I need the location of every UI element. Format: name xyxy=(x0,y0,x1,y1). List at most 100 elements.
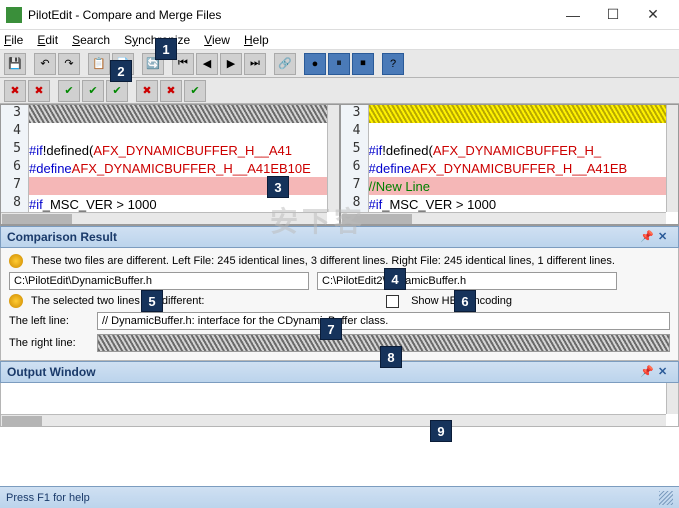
pause-icon[interactable]: ⏸ xyxy=(328,53,350,75)
menu-search[interactable]: Search xyxy=(72,33,110,47)
code-line-diff[interactable] xyxy=(369,105,667,123)
comparison-header: Comparison Result 📌 ✕ xyxy=(0,226,679,248)
left-file-path[interactable] xyxy=(9,272,309,290)
panel-title: Comparison Result xyxy=(7,230,117,244)
output-panel[interactable] xyxy=(0,383,679,427)
diff-next-icon[interactable]: ▶ xyxy=(220,53,242,75)
marker-2: 2 xyxy=(110,60,132,82)
code-line[interactable] xyxy=(29,123,327,141)
output-header: Output Window 📌 ✕ xyxy=(0,361,679,383)
help-icon[interactable]: ? xyxy=(382,53,404,75)
record-icon[interactable]: ● xyxy=(304,53,326,75)
scrollbar-vertical[interactable] xyxy=(327,105,339,212)
line-number: 6 xyxy=(341,159,365,174)
right-gutter: 3 4 5 6 7 8 xyxy=(341,105,369,224)
redo-icon[interactable]: ↷ xyxy=(58,53,80,75)
code-line[interactable]: #if _MSC_VER > 1000 xyxy=(369,195,667,213)
line-number: 7 xyxy=(341,177,365,192)
line-number: 7 xyxy=(1,177,25,192)
code-line[interactable] xyxy=(369,123,667,141)
merge-del-left-icon[interactable]: ✖ xyxy=(4,80,26,102)
menu-view[interactable]: View xyxy=(204,33,230,47)
comparison-summary: These two files are different. Left File… xyxy=(31,255,615,267)
menu-edit[interactable]: Edit xyxy=(37,33,58,47)
merge-del-both-icon[interactable]: ✖ xyxy=(28,80,50,102)
status-indicator-icon xyxy=(9,294,23,308)
line-number: 4 xyxy=(341,123,365,138)
link-icon[interactable]: 🔗 xyxy=(274,53,296,75)
undo-icon[interactable]: ↶ xyxy=(34,53,56,75)
menu-help[interactable]: Help xyxy=(244,33,269,47)
window-title: PilotEdit - Compare and Merge Files xyxy=(28,8,553,22)
marker-9: 9 xyxy=(430,420,452,442)
right-file-path[interactable] xyxy=(317,272,617,290)
save-icon[interactable]: 💾 xyxy=(4,53,26,75)
marker-5: 5 xyxy=(141,290,163,312)
status-indicator-icon xyxy=(9,254,23,268)
stop-icon[interactable]: ⏹ xyxy=(352,53,374,75)
scrollbar-vertical[interactable] xyxy=(666,383,678,414)
left-editor[interactable]: 3 4 5 6 7 8 #if !defined(AFX_DYNAMICBUFF… xyxy=(0,104,340,225)
code-line[interactable]: #if !defined(AFX_DYNAMICBUFFER_H__A41 xyxy=(29,141,327,159)
selected-lines-msg: The selected two lines are different: xyxy=(31,295,204,307)
code-line-diff[interactable]: //New Line xyxy=(369,177,667,195)
scrollbar-vertical[interactable] xyxy=(666,105,678,212)
merge-copy-all-icon[interactable]: ✔ xyxy=(106,80,128,102)
close-button[interactable]: ✕ xyxy=(633,6,673,23)
marker-7: 7 xyxy=(320,318,342,340)
marker-1: 1 xyxy=(155,38,177,60)
copy-icon[interactable]: 📋 xyxy=(88,53,110,75)
panel-close-icon[interactable]: ✕ xyxy=(658,365,672,379)
pin-icon[interactable]: 📌 xyxy=(640,365,654,379)
marker-6: 6 xyxy=(454,290,476,312)
toolbar-merge: ✖ ✖ ✔ ✔ ✔ ✖ ✖ ✔ xyxy=(0,78,679,104)
split-pane: 3 4 5 6 7 8 #if !defined(AFX_DYNAMICBUFF… xyxy=(0,104,679,226)
left-line-value[interactable] xyxy=(97,312,670,330)
line-number: 8 xyxy=(1,195,25,210)
line-number: 8 xyxy=(341,195,365,210)
merge-del3-icon[interactable]: ✖ xyxy=(160,80,182,102)
line-number: 4 xyxy=(1,123,25,138)
diff-last-icon[interactable]: ⏭ xyxy=(244,53,266,75)
code-line[interactable]: #if !defined(AFX_DYNAMICBUFFER_H_ xyxy=(369,141,667,159)
toolbar-main: 💾 ↶ ↷ 📋 📄 🔄 ⏮ ◀ ▶ ⏭ 🔗 ● ⏸ ⏹ ? xyxy=(0,50,679,78)
minimize-button[interactable]: — xyxy=(553,7,593,23)
left-line-label: The left line: xyxy=(9,315,89,327)
app-icon xyxy=(6,7,22,23)
menu-file[interactable]: File xyxy=(4,33,23,47)
merge-del2-icon[interactable]: ✖ xyxy=(136,80,158,102)
panel-title: Output Window xyxy=(7,365,96,379)
scrollbar-horizontal[interactable] xyxy=(341,212,667,224)
status-text: Press F1 for help xyxy=(6,492,90,504)
menubar: File Edit Search Synchronize View Help xyxy=(0,30,679,50)
maximize-button[interactable]: ☐ xyxy=(593,6,633,23)
comparison-panel: These two files are different. Left File… xyxy=(0,248,679,361)
line-number: 6 xyxy=(1,159,25,174)
code-line[interactable]: #define AFX_DYNAMICBUFFER_H__A41EB10E xyxy=(29,159,327,177)
line-number: 5 xyxy=(1,141,25,156)
show-hex-checkbox[interactable] xyxy=(386,295,399,308)
merge-copy-left-icon[interactable]: ✔ xyxy=(58,80,80,102)
scrollbar-horizontal[interactable] xyxy=(1,212,327,224)
merge-ok-icon[interactable]: ✔ xyxy=(184,80,206,102)
marker-3: 3 xyxy=(267,176,289,198)
marker-4: 4 xyxy=(384,268,406,290)
right-line-label: The right line: xyxy=(9,337,89,349)
line-number: 5 xyxy=(341,141,365,156)
scrollbar-horizontal[interactable] xyxy=(1,414,666,426)
panel-close-icon[interactable]: ✕ xyxy=(658,230,672,244)
marker-8: 8 xyxy=(380,346,402,368)
left-gutter: 3 4 5 6 7 8 xyxy=(1,105,29,224)
resize-grip-icon[interactable] xyxy=(659,491,673,505)
titlebar: PilotEdit - Compare and Merge Files — ☐ … xyxy=(0,0,679,30)
code-line[interactable]: #define AFX_DYNAMICBUFFER_H__A41EB xyxy=(369,159,667,177)
line-number: 3 xyxy=(1,105,25,120)
right-editor[interactable]: 3 4 5 6 7 8 #if !defined(AFX_DYNAMICBUFF… xyxy=(340,104,679,225)
diff-prev-icon[interactable]: ◀ xyxy=(196,53,218,75)
code-line-diff[interactable] xyxy=(29,105,327,123)
statusbar: Press F1 for help xyxy=(0,486,679,508)
merge-copy-right-icon[interactable]: ✔ xyxy=(82,80,104,102)
right-code[interactable]: #if !defined(AFX_DYNAMICBUFFER_H_ #defin… xyxy=(369,105,667,212)
pin-icon[interactable]: 📌 xyxy=(640,230,654,244)
line-number: 3 xyxy=(341,105,365,120)
